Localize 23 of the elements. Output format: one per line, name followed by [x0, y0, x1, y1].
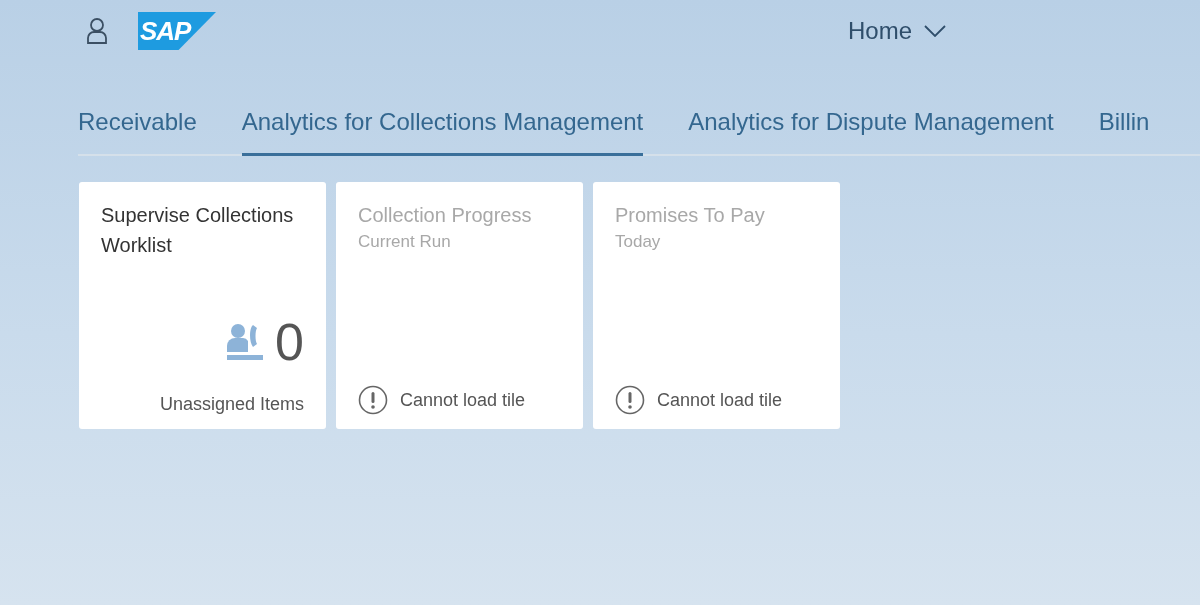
tab[interactable]: Billin [1098, 94, 1150, 156]
sap-logo: SAP [138, 12, 216, 50]
tile[interactable]: Collection Progress Current Run Cannot load tile [336, 182, 583, 429]
tile-title: Promises To Pay [615, 203, 766, 228]
tile-subtitle: Today [615, 232, 662, 252]
tile[interactable]: Promises To Pay Today Cannot load tile [593, 182, 840, 429]
error-message: Cannot load tile [400, 389, 526, 411]
error-message: Cannot load tile [657, 389, 783, 411]
kpi-value: 0 [275, 312, 304, 372]
tile-subtitle: Current Run [358, 232, 452, 252]
alert-icon [615, 385, 645, 415]
user-icon[interactable] [86, 18, 108, 44]
tile-title: Collection Progress [358, 203, 533, 228]
alert-icon [358, 385, 388, 415]
tile-title: Supervise Collections Worklist [101, 203, 295, 258]
tile-footer: Unassigned Items [159, 394, 304, 415]
chevron-down-icon [924, 25, 947, 37]
tab[interactable]: Analytics for Dispute Management [688, 94, 1054, 156]
tile[interactable]: Supervise Collections Worklist 0 Unassigned Items [79, 182, 326, 429]
person-phone-icon [225, 322, 266, 362]
tab[interactable]: Analytics for Collections Management [241, 94, 644, 156]
home-menu-button[interactable]: Home [848, 17, 947, 45]
tab[interactable]: Receivable [78, 94, 197, 156]
